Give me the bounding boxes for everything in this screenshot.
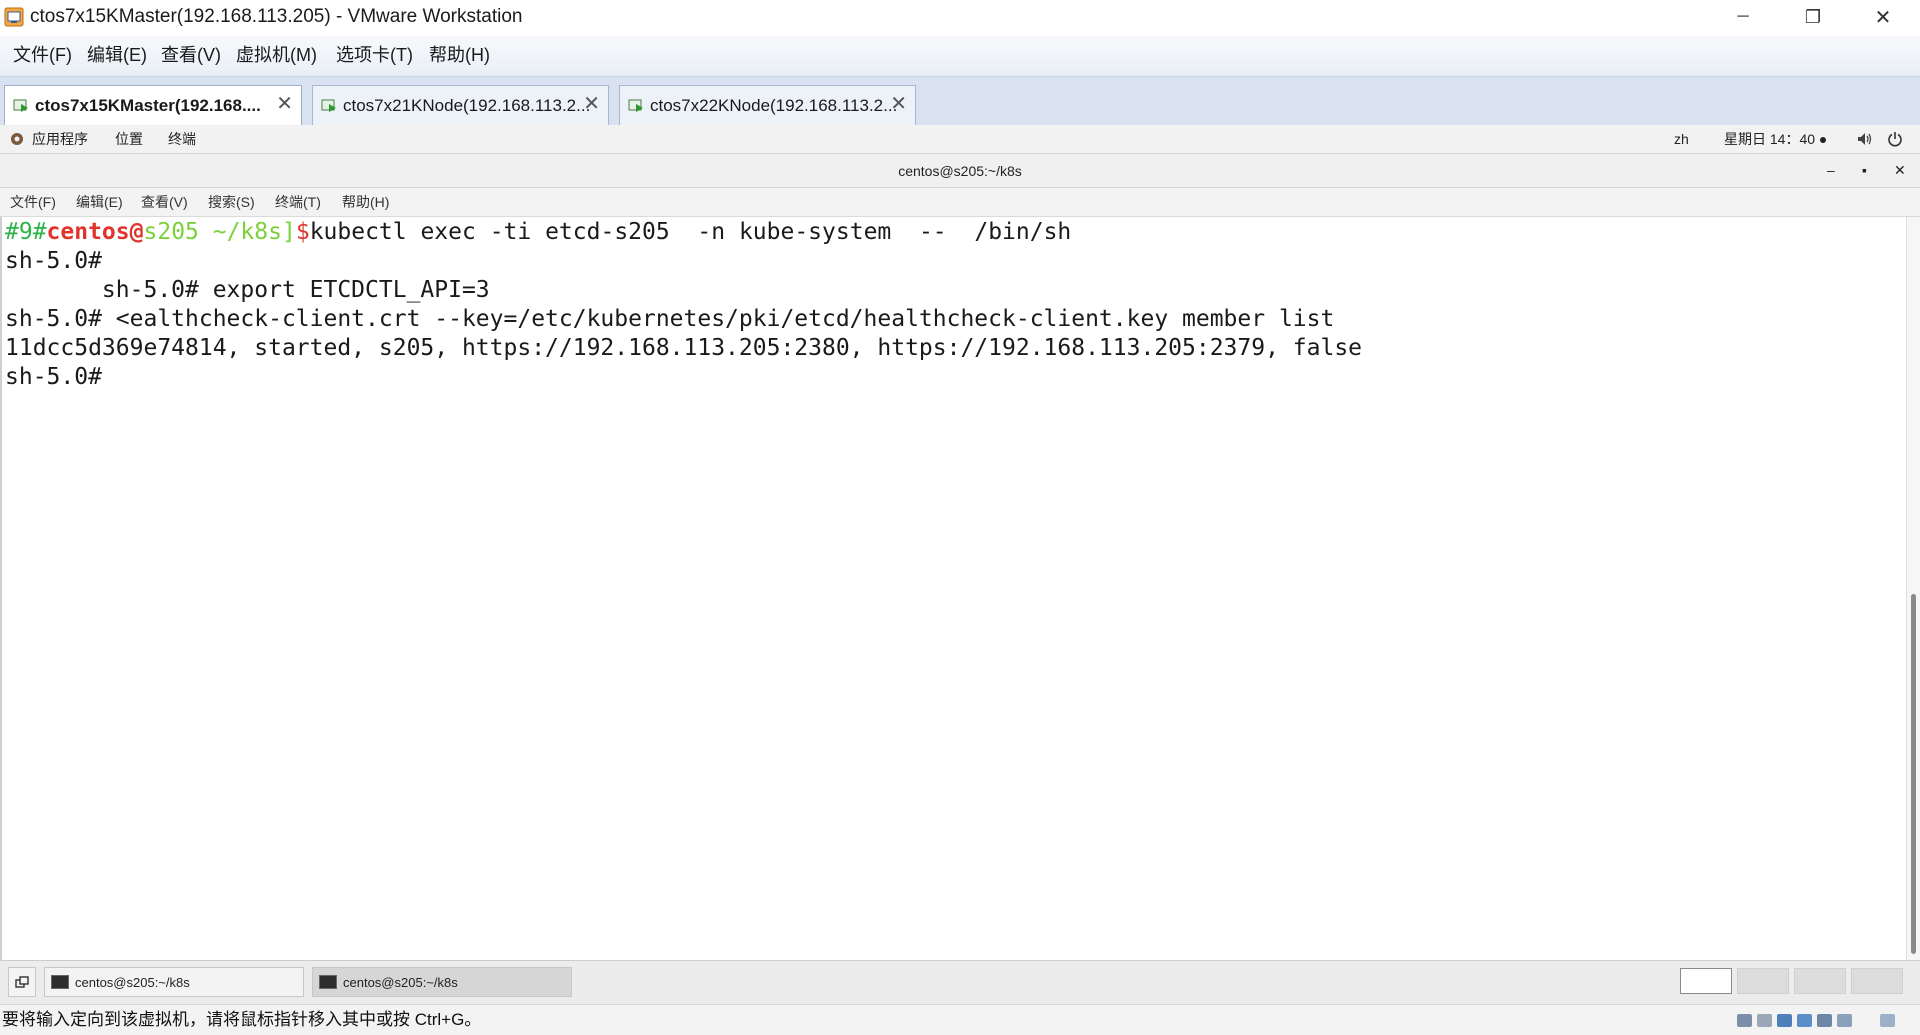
prompt-host-path: s205 ~/k8s]: [143, 219, 296, 245]
terminal-app-menu[interactable]: 终端: [168, 130, 196, 148]
tab-close-icon[interactable]: ✕: [276, 94, 293, 114]
taskbar-terminal-window-active[interactable]: centos@s205:~/k8s: [312, 967, 572, 997]
terminal-line: 11dcc5d369e74814, started, s205, https:/…: [5, 335, 1363, 361]
taskbar-terminal-window[interactable]: centos@s205:~/k8s: [44, 967, 304, 997]
gnome-top-panel: 应用程序 位置 终端 zh 星期日 14：40 ●: [0, 125, 1920, 154]
terminal-menu-help[interactable]: 帮助(H): [342, 193, 389, 211]
tab-ctos7x15kmaster[interactable]: ctos7x15KMaster(192.168.... ✕: [4, 85, 302, 125]
power-icon[interactable]: [1887, 131, 1903, 147]
sound-card-icon[interactable]: [1817, 1014, 1832, 1027]
input-method-indicator[interactable]: zh: [1674, 130, 1689, 148]
terminal-menu-view[interactable]: 查看(V): [141, 193, 188, 211]
menu-edit[interactable]: 编辑(E): [87, 44, 147, 66]
terminal-close-button[interactable]: ✕: [1894, 161, 1906, 179]
vm-running-icon: [321, 99, 336, 112]
taskbar-item-label: centos@s205:~/k8s: [75, 975, 190, 990]
close-window-button[interactable]: ✕: [1848, 0, 1918, 34]
terminal-prompt-line: #9#centos@s205 ~/k8s]$kubectl exec -ti e…: [5, 218, 1071, 247]
tab-label: ctos7x21KNode(192.168.113.2...: [343, 96, 591, 115]
show-desktop-button[interactable]: [8, 967, 36, 997]
terminal-line: sh-5.0# export ETCDCTL_API=3: [5, 277, 490, 303]
prompt-user: centos: [46, 219, 130, 245]
menu-help[interactable]: 帮助(H): [429, 44, 490, 66]
minimize-button[interactable]: ─: [1708, 0, 1778, 34]
terminal-output[interactable]: #9#centos@s205 ~/k8s]$kubectl exec -ti e…: [0, 217, 1906, 960]
hard-disk-icon[interactable]: [1737, 1014, 1752, 1027]
terminal-title: centos@s205:~/k8s: [898, 163, 1022, 179]
tab-label: ctos7x22KNode(192.168.113.2...: [650, 96, 898, 115]
prompt-history-number: #9#: [5, 219, 47, 245]
clock[interactable]: 星期日 14：40 ●: [1724, 130, 1827, 148]
tab-ctos7x21knode[interactable]: ctos7x21KNode(192.168.113.2... ✕: [312, 85, 609, 125]
taskbar-item-label: centos@s205:~/k8s: [343, 975, 458, 990]
applications-menu-icon: [11, 133, 23, 145]
gnome-window-list: centos@s205:~/k8s centos@s205:~/k8s: [0, 960, 1920, 1004]
terminal-menu-search[interactable]: 搜索(S): [208, 193, 255, 211]
vmware-app-icon: [4, 7, 24, 27]
places-menu[interactable]: 位置: [115, 130, 143, 148]
menu-view[interactable]: 查看(V): [161, 44, 221, 66]
tab-close-icon[interactable]: ✕: [583, 94, 600, 114]
menu-tabs[interactable]: 选项卡(T): [336, 44, 413, 66]
scrollbar-thumb[interactable]: [1911, 594, 1916, 954]
vmware-status-bar: 要将输入定向到该虚拟机，请将鼠标指针移入其中或按 Ctrl+G。: [0, 1004, 1920, 1035]
terminal-line: sh-5.0#: [5, 364, 102, 390]
status-message: 要将输入定向到该虚拟机，请将鼠标指针移入其中或按 Ctrl+G。: [2, 1010, 482, 1029]
restore-button[interactable]: ❐: [1778, 0, 1848, 34]
menu-file[interactable]: 文件(F): [13, 44, 72, 66]
terminal-menu-terminal[interactable]: 终端(T): [275, 193, 321, 211]
vm-running-icon: [628, 99, 643, 112]
terminal-menu-edit[interactable]: 编辑(E): [76, 193, 123, 211]
window-title: ctos7x15KMaster(192.168.113.205) - VMwar…: [30, 6, 523, 27]
prompt-at: @: [129, 219, 144, 245]
workspace-2[interactable]: [1737, 968, 1789, 994]
message-log-icon[interactable]: [1880, 1014, 1895, 1027]
cd-dvd-icon[interactable]: [1757, 1014, 1772, 1027]
terminal-title-bar: centos@s205:~/k8s – ▪ ✕: [0, 154, 1920, 188]
terminal-line: sh-5.0# <ealthcheck-client.crt --key=/et…: [5, 306, 1335, 332]
terminal-menu-file[interactable]: 文件(F): [10, 193, 56, 211]
vm-running-icon: [13, 99, 28, 112]
vm-guest-display[interactable]: 应用程序 位置 终端 zh 星期日 14：40 ● centos@s205:~/…: [0, 125, 1920, 1004]
menu-vm[interactable]: 虚拟机(M): [236, 44, 317, 66]
tab-ctos7x22knode[interactable]: ctos7x22KNode(192.168.113.2... ✕: [619, 85, 916, 125]
vmware-title-bar: ctos7x15KMaster(192.168.113.205) - VMwar…: [0, 0, 1920, 34]
terminal-minimize-button[interactable]: –: [1827, 161, 1835, 179]
prompt-dollar: $: [295, 219, 310, 245]
terminal-scrollbar[interactable]: [1906, 217, 1920, 960]
vm-tab-strip: ctos7x15KMaster(192.168.... ✕ ctos7x21KN…: [0, 77, 1920, 125]
workspace-1[interactable]: [1680, 968, 1732, 994]
tab-label: ctos7x15KMaster(192.168....: [35, 96, 261, 115]
terminal-menu-bar: 文件(F) 编辑(E) 查看(V) 搜索(S) 终端(T) 帮助(H): [0, 188, 1920, 217]
terminal-maximize-button[interactable]: ▪: [1862, 161, 1867, 179]
workspace-3[interactable]: [1794, 968, 1846, 994]
terminal-icon: [319, 975, 337, 989]
display-icon[interactable]: [1837, 1014, 1852, 1027]
usb-icon[interactable]: [1797, 1014, 1812, 1027]
terminal-icon: [51, 975, 69, 989]
vmware-menu-bar: 文件(F) 编辑(E) 查看(V) 虚拟机(M) 选项卡(T) 帮助(H): [0, 36, 1920, 77]
prompt-command: kubectl exec -ti etcd-s205 -n kube-syste…: [309, 219, 1072, 245]
volume-icon[interactable]: [1857, 132, 1873, 146]
applications-menu[interactable]: 应用程序: [32, 130, 88, 148]
terminal-line: sh-5.0#: [5, 248, 102, 274]
show-desktop-icon: [15, 976, 29, 988]
network-adapter-icon[interactable]: [1777, 1014, 1792, 1027]
tab-close-icon[interactable]: ✕: [890, 94, 907, 114]
workspace-4[interactable]: [1851, 968, 1903, 994]
